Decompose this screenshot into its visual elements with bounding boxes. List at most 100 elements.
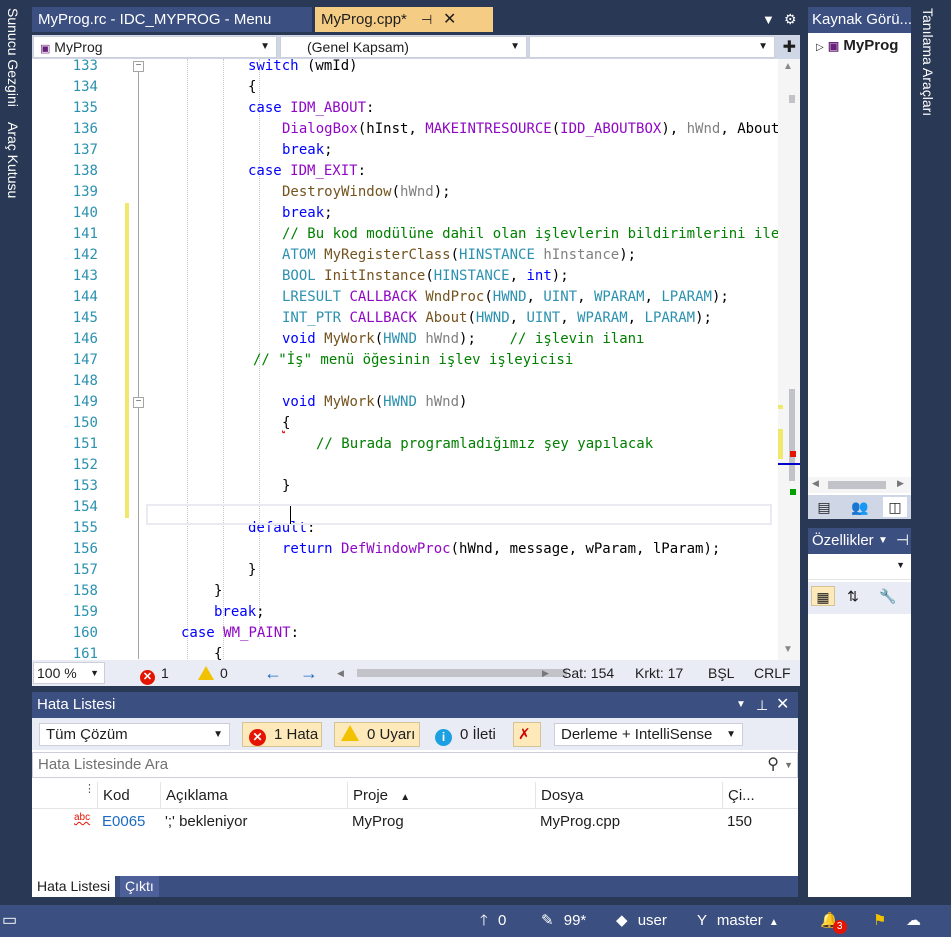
- categorized-icon[interactable]: ▦: [811, 586, 835, 606]
- code-line[interactable]: {: [282, 413, 290, 434]
- pin-icon[interactable]: ⊣: [421, 7, 432, 32]
- error-code-link[interactable]: E0065: [97, 809, 145, 834]
- tab-dropdown-icon[interactable]: ▼: [762, 7, 775, 32]
- collapse-icon[interactable]: −: [133, 397, 144, 408]
- tab-myprog-cpp[interactable]: MyProg.cpp* ⊣ ✕: [315, 7, 493, 32]
- error-list-search[interactable]: Hata Listesinde Ara ⚲ ▼: [32, 752, 798, 778]
- team-explorer-icon[interactable]: 👥: [848, 497, 872, 517]
- property-pages-icon[interactable]: 🔧: [876, 586, 900, 606]
- search-icon[interactable]: ⚲: [767, 753, 779, 777]
- code-line[interactable]: break;: [282, 140, 333, 161]
- build-filter-button[interactable]: ✗: [513, 722, 541, 747]
- code-line[interactable]: INT_PTR CALLBACK About(HWND, UINT, WPARA…: [282, 308, 712, 329]
- scroll-right-arrow[interactable]: ▶: [897, 478, 904, 489]
- code-line[interactable]: }: [282, 476, 290, 497]
- expand-arrow-icon[interactable]: ▷: [816, 42, 824, 53]
- scroll-thumb[interactable]: [789, 95, 795, 103]
- alphabetical-sort-icon[interactable]: ⇅: [841, 586, 865, 606]
- feedback-icon[interactable]: ⚑: [873, 905, 886, 937]
- project-combo[interactable]: ▣ MyProg ▼: [33, 36, 277, 58]
- scroll-right-arrow[interactable]: ▶: [542, 660, 549, 686]
- source-filter-combo[interactable]: Derleme + IntelliSense ▼: [554, 723, 743, 746]
- navigate-forward-icon[interactable]: →: [300, 660, 318, 686]
- pin-icon[interactable]: ⊥: [756, 692, 768, 718]
- member-combo[interactable]: ▼: [529, 36, 775, 58]
- column-header-file[interactable]: Dosya: [535, 782, 722, 809]
- code-line[interactable]: ATOM MyRegisterClass(HINSTANCE hInstance…: [282, 245, 636, 266]
- gear-icon[interactable]: ⚙: [784, 7, 797, 32]
- code-line[interactable]: }: [214, 581, 222, 602]
- code-line[interactable]: void MyWork(HWND hWnd): [282, 392, 467, 413]
- properties-object-combo[interactable]: ▼: [808, 556, 911, 580]
- code-line[interactable]: case IDM_EXIT:: [248, 161, 366, 182]
- solution-horizontal-scrollbar[interactable]: ◀ ▶: [808, 477, 911, 493]
- server-explorer-tab[interactable]: Sunucu Gezgini: [5, 8, 21, 107]
- table-row[interactable]: abc E0065 ';' bekleniyor MyProg MyProg.c…: [32, 809, 798, 834]
- navigate-back-icon[interactable]: ←: [264, 660, 282, 686]
- chevron-down-icon[interactable]: ▼: [878, 528, 888, 554]
- scroll-down-arrow[interactable]: ▼: [783, 644, 793, 655]
- resource-view-icon[interactable]: ◫: [883, 497, 907, 517]
- code-line[interactable]: void MyWork(HWND hWnd); // işlevin ilanı: [282, 329, 644, 350]
- window-icon[interactable]: ▭: [2, 905, 17, 937]
- line-ending-indicator[interactable]: CRLF: [754, 660, 791, 686]
- column-header-project[interactable]: Proje ▲: [347, 782, 535, 809]
- split-editor-icon[interactable]: ✚: [783, 37, 796, 57]
- column-header-code[interactable]: Kod: [97, 782, 160, 809]
- branch-indicator[interactable]: Y master ▲: [697, 905, 779, 937]
- chevron-down-icon[interactable]: ▼: [784, 753, 793, 777]
- error-count-indicator[interactable]: ✕ 1: [140, 660, 169, 686]
- zoom-combo[interactable]: 100 % ▼: [33, 662, 105, 684]
- warning-count-indicator[interactable]: 0: [198, 660, 228, 686]
- messages-filter-button[interactable]: i 0 İleti: [428, 722, 502, 747]
- code-line[interactable]: // Burada programladığımız şey yapılacak: [316, 434, 653, 455]
- scope-combo[interactable]: (Genel Kapsam) ▼: [280, 36, 527, 58]
- repository-indicator[interactable]: ◆ user: [616, 905, 667, 937]
- scroll-up-arrow[interactable]: ▲: [783, 61, 793, 72]
- code-line[interactable]: // Bu kod modülüne dahil olan işlevlerin…: [282, 224, 800, 245]
- close-icon[interactable]: ✕: [776, 692, 789, 718]
- editor-horizontal-scroll-thumb[interactable]: [357, 669, 567, 677]
- live-share-icon[interactable]: ☁: [906, 905, 921, 937]
- editor-vertical-scrollbar[interactable]: ▲ ▼: [778, 59, 800, 660]
- code-editor[interactable]: 133 − switch (wmId) 134 {135 case IDM_ABOUT: 1…: [32, 59, 800, 660]
- push-indicator[interactable]: 🡑 0: [480, 905, 506, 937]
- toolbox-tab[interactable]: Araç Kutusu: [5, 122, 21, 198]
- column-header-description[interactable]: Açıklama: [160, 782, 347, 809]
- pin-icon[interactable]: ⊣: [896, 528, 909, 554]
- code-line[interactable]: }: [248, 560, 256, 581]
- code-line[interactable]: DestroyWindow(hWnd);: [282, 182, 451, 203]
- column-chooser-icon[interactable]: ⋮: [84, 782, 95, 795]
- collapse-icon[interactable]: −: [133, 61, 144, 72]
- column-header-line[interactable]: Çi...: [722, 782, 766, 809]
- code-line[interactable]: DialogBox(hInst, MAKEINTRESOURCE(IDD_ABO…: [282, 119, 796, 140]
- diagnostic-tools-tab[interactable]: Tanılama Araçları: [920, 8, 936, 116]
- code-line[interactable]: break;: [282, 203, 333, 224]
- code-line[interactable]: case WM_PAINT:: [181, 623, 299, 644]
- tab-myprog-rc[interactable]: MyProg.rc - IDC_MYPROG - Menu: [32, 7, 312, 32]
- code-line[interactable]: // "İş" menü öğesinin işlev işleyicisi: [253, 350, 573, 371]
- scroll-thumb[interactable]: [789, 389, 795, 481]
- scroll-left-arrow[interactable]: ◀: [337, 660, 344, 686]
- code-line[interactable]: BOOL InitInstance(HINSTANCE, int);: [282, 266, 569, 287]
- solution-explorer-icon[interactable]: ▤: [812, 497, 836, 517]
- code-line[interactable]: switch (wmId): [248, 59, 358, 77]
- code-line[interactable]: return DefWindowProc(hWnd, message, wPar…: [282, 539, 720, 560]
- warnings-filter-button[interactable]: 0 Uyarı: [334, 722, 420, 747]
- panel-dropdown-icon[interactable]: ▼: [736, 692, 746, 718]
- scroll-left-arrow[interactable]: ◀: [812, 478, 819, 489]
- code-line[interactable]: {: [214, 644, 222, 660]
- notifications-indicator[interactable]: 🔔3: [820, 905, 847, 937]
- tab-error-list[interactable]: Hata Listesi: [32, 876, 116, 897]
- tree-item-project[interactable]: ▷ ▣ MyProg: [816, 37, 898, 54]
- errors-filter-button[interactable]: ✕ 1 Hata: [242, 722, 322, 747]
- tab-output[interactable]: Çıktı: [120, 876, 159, 897]
- code-line[interactable]: break;: [214, 602, 265, 623]
- scope-filter-combo[interactable]: Tüm Çözüm ▼: [39, 723, 230, 746]
- pending-changes-indicator[interactable]: ✎ 99*: [541, 905, 586, 937]
- close-icon[interactable]: ✕: [443, 7, 456, 32]
- code-line[interactable]: {: [248, 77, 256, 98]
- scroll-thumb[interactable]: [828, 481, 886, 489]
- code-line[interactable]: case IDM_ABOUT:: [248, 98, 374, 119]
- code-line[interactable]: LRESULT CALLBACK WndProc(HWND, UINT, WPA…: [282, 287, 729, 308]
